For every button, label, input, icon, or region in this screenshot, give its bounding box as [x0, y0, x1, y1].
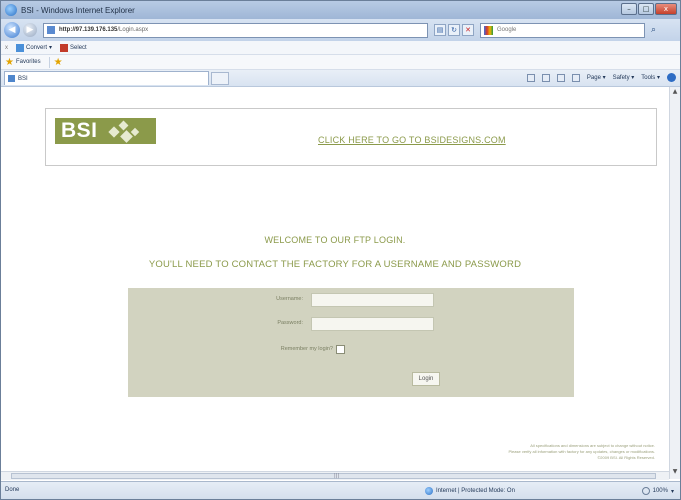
zoom-control[interactable]: 100% ▾	[641, 487, 674, 495]
tab-bar: BSI Page ▾ Safety ▾ Tools ▾	[1, 70, 680, 87]
window-title: BSI - Windows Internet Explorer	[21, 5, 135, 15]
favorites-star-icon[interactable]: ★	[5, 57, 14, 68]
browser-window: BSI - Windows Internet Explorer – □ x ◀ …	[0, 0, 681, 500]
compatibility-icon[interactable]: ▤	[434, 24, 446, 36]
address-bar: ◀ ▶ http://97.139.176.135 /Login.aspx ▤ …	[1, 19, 680, 41]
select-icon	[60, 43, 69, 52]
tools-menu-label: Tools	[641, 75, 656, 81]
horizontal-scrollbar[interactable]: |||	[1, 471, 669, 480]
password-label: Password:	[277, 320, 303, 326]
chevron-down-icon: ▾	[49, 45, 53, 51]
google-icon	[484, 25, 493, 35]
toolbar-tools: Page ▾ Safety ▾ Tools ▾	[526, 73, 676, 82]
address-actions: ▤ ↻ ✕	[434, 24, 474, 36]
username-label: Username:	[276, 296, 303, 302]
new-tab-button[interactable]	[211, 71, 229, 85]
tools-menu[interactable]: Tools ▾	[641, 74, 660, 81]
print-icon[interactable]	[571, 73, 580, 82]
login-form: Username: Password: Remember my login? L…	[128, 288, 574, 397]
vertical-scrollbar[interactable]: ▲ ▼	[669, 87, 680, 479]
page-icon	[47, 26, 55, 34]
stop-icon[interactable]: ✕	[462, 24, 474, 36]
safety-menu-label: Safety	[612, 75, 630, 81]
status-text: Done	[5, 487, 20, 493]
window-controls: – □ x	[621, 3, 677, 15]
status-bar: Done Internet | Protected Mode: On 100% …	[1, 481, 680, 499]
logo-text: BSI	[61, 119, 98, 142]
add-favorite-icon[interactable]: ★	[48, 56, 63, 68]
search-icon[interactable]: ⌕	[651, 25, 656, 35]
page-menu-label: Page	[586, 75, 601, 81]
help-icon[interactable]	[667, 73, 676, 82]
header-banner: BSI CLICK HERE TO GO TO BSIDESIGNS.COM	[45, 108, 657, 166]
command-bar: x Convert ▾ Select	[1, 41, 680, 55]
tab-title: BSI	[18, 75, 28, 82]
tab-bsi[interactable]: BSI	[4, 71, 209, 85]
safety-menu[interactable]: Safety ▾	[613, 74, 635, 81]
password-input[interactable]	[311, 317, 434, 331]
contact-instructions: YOU'LL NEED TO CONTACT THE FACTORY FOR A…	[148, 259, 522, 270]
home-icon[interactable]	[526, 73, 535, 82]
welcome-heading: WELCOME TO OUR FTP LOGIN.	[264, 235, 406, 245]
search-input[interactable]: Google	[480, 22, 645, 38]
url-field[interactable]: http://97.139.176.135 /Login.aspx	[43, 22, 428, 38]
bsidesigns-link[interactable]: CLICK HERE TO GO TO BSIDESIGNS.COM	[318, 135, 506, 145]
scroll-up-icon[interactable]: ▲	[671, 88, 679, 98]
back-button[interactable]: ◀	[4, 22, 20, 38]
title-bar: BSI - Windows Internet Explorer – □ x	[1, 1, 680, 19]
convert-icon	[16, 43, 24, 52]
username-input[interactable]	[311, 293, 434, 307]
url-path: /Login.aspx	[117, 27, 149, 33]
favorites-button[interactable]: Favorites	[16, 59, 41, 65]
url-host: http://97.139.176.135	[59, 27, 118, 33]
logo-mark-icon	[106, 120, 142, 143]
minimize-button[interactable]: –	[621, 3, 637, 15]
zoom-icon	[641, 487, 650, 495]
page-content: BSI CLICK HERE TO GO TO BSIDESIGNS.COM W…	[1, 87, 669, 479]
close-button[interactable]: x	[655, 3, 677, 15]
security-zone[interactable]: Internet | Protected Mode: On	[425, 487, 515, 495]
select-label: Select	[70, 44, 87, 51]
page-menu[interactable]: Page ▾	[587, 74, 606, 81]
zoom-level: 100%	[652, 488, 668, 494]
legal-notice-1: All specifications and dimensions are su…	[530, 443, 655, 448]
legal-notice-2: Please verify all information with facto…	[508, 449, 655, 454]
favorites-bar: ★ Favorites ★	[1, 55, 680, 70]
ie-logo-icon	[5, 4, 17, 16]
search-placeholder: Google	[497, 27, 517, 33]
feeds-icon[interactable]	[541, 73, 550, 82]
close-toolbar-icon[interactable]: x	[5, 45, 8, 51]
copyright-notice: ©2009 BSI. All Rights Reserved.	[597, 455, 655, 460]
remember-checkbox[interactable]	[336, 345, 345, 354]
maximize-button[interactable]: □	[638, 3, 654, 15]
tab-page-icon	[8, 75, 15, 82]
scroll-down-icon[interactable]: ▼	[671, 468, 679, 478]
bsi-logo[interactable]: BSI	[55, 118, 156, 144]
convert-label: Convert	[26, 44, 48, 51]
globe-icon	[425, 487, 433, 495]
refresh-icon[interactable]: ↻	[448, 24, 460, 36]
forward-button[interactable]: ▶	[23, 23, 37, 37]
select-button[interactable]: Select	[60, 43, 87, 52]
mail-icon[interactable]	[556, 73, 565, 82]
login-button[interactable]: Login	[412, 372, 440, 386]
chevron-down-icon: ▾	[670, 488, 674, 495]
remember-label: Remember my login?	[280, 346, 333, 352]
scroll-grip-icon: |||	[334, 473, 340, 479]
convert-button[interactable]: Convert ▾	[16, 43, 53, 52]
zone-label: Internet | Protected Mode: On	[436, 488, 515, 494]
